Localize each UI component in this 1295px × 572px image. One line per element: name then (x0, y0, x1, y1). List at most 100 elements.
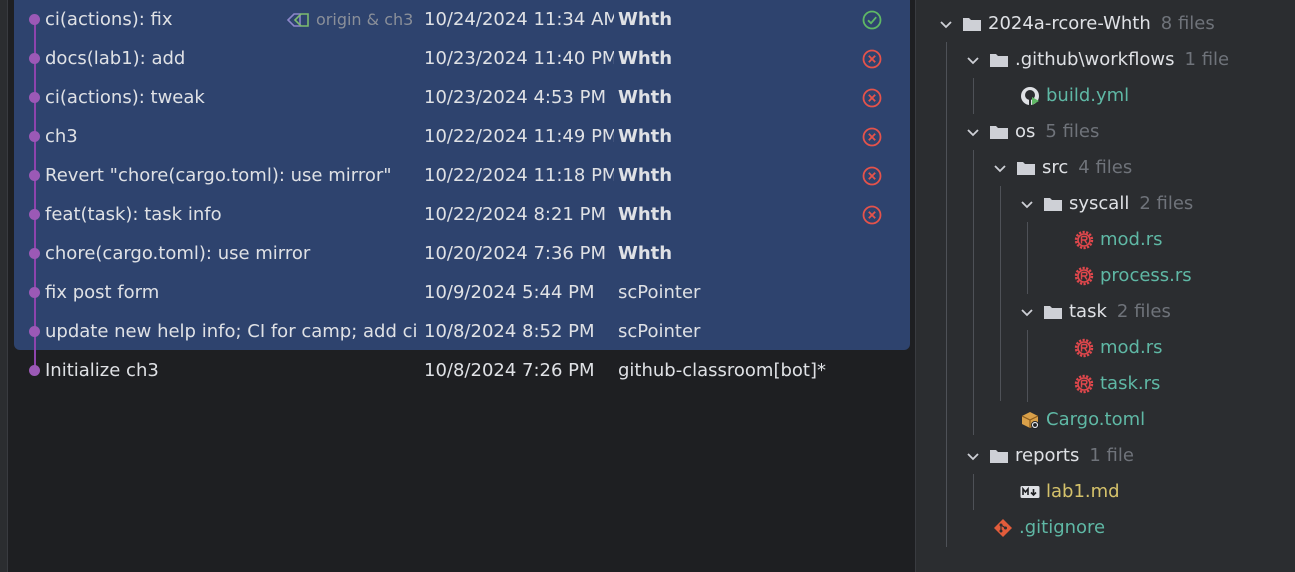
commit-row[interactable]: docs(lab1): add 10/23/2024 11:40 PM Whth (8, 39, 915, 78)
commit-date: 10/22/2024 11:49 PM (424, 126, 614, 147)
file-count: 1 file (1184, 49, 1230, 70)
tree-file-gitignore[interactable]: .gitignore (993, 511, 1105, 545)
tree-folder-root[interactable]: 2024a-rcore-Whth 8 files (938, 7, 1215, 41)
commit-date: 10/20/2024 7:36 PM (424, 243, 606, 264)
file-name: process.rs (1100, 265, 1192, 286)
file-name: mod.rs (1100, 337, 1163, 358)
tree-folder-syscall[interactable]: syscall 2 files (1019, 187, 1193, 221)
tree-folder-src[interactable]: src 4 files (992, 151, 1132, 185)
folder-icon (963, 18, 981, 31)
folder-name: .github\workflows (1015, 49, 1175, 70)
commit-row[interactable]: feat(task): task info 10/22/2024 8:21 PM… (8, 195, 915, 234)
commit-node (29, 131, 40, 142)
commit-author: github-classroom[bot]* (618, 360, 827, 381)
commit-subject: update new help info; CI for camp; add c… (45, 321, 418, 342)
tree-folder-os[interactable]: os 5 files (965, 115, 1099, 149)
tree-file-lab1-md[interactable]: lab1.md (1020, 475, 1120, 509)
commit-row[interactable]: Initialize ch3 10/8/2024 7:26 PM github-… (8, 351, 915, 390)
commit-subject: chore(cargo.toml): use mirror (45, 243, 311, 264)
commit-row[interactable]: ci(actions): tweak 10/23/2024 4:53 PM Wh… (8, 78, 915, 117)
commit-row[interactable]: Revert "chore(cargo.toml): use mirror" 1… (8, 156, 915, 195)
commit-date: 10/22/2024 8:21 PM (424, 204, 606, 225)
commit-date: 10/24/2024 11:34 AM (424, 9, 614, 30)
tag-icon (286, 12, 309, 27)
commit-subject: fix post form (45, 282, 160, 303)
rust-icon (1074, 266, 1094, 286)
tree-folder-task[interactable]: task 2 files (1019, 295, 1171, 329)
folder-name: os (1015, 121, 1036, 142)
check-failed-icon[interactable] (861, 204, 883, 226)
commit-date: 10/23/2024 4:53 PM (424, 87, 606, 108)
folder-name: src (1042, 157, 1069, 178)
tree-file-cargo-toml[interactable]: Cargo.toml (1020, 403, 1145, 437)
commit-row[interactable]: update new help info; CI for camp; add c… (8, 312, 915, 351)
check-failed-icon[interactable] (861, 87, 883, 109)
commit-row[interactable]: chore(cargo.toml): use mirror 10/20/2024… (8, 234, 915, 273)
commit-author: Whth (618, 243, 673, 264)
file-name: .gitignore (1019, 517, 1106, 538)
file-name: Cargo.toml (1046, 409, 1146, 430)
commit-author: scPointer (618, 321, 701, 342)
branch-ref-label: origin & ch3 (280, 0, 414, 39)
folder-icon (1044, 306, 1062, 319)
file-name: lab1.md (1046, 481, 1120, 502)
changed-files-tree: 2024a-rcore-Whth 8 files .github\workflo… (916, 0, 1295, 572)
git-icon (994, 519, 1012, 537)
tree-file-task-mod-rs[interactable]: mod.rs (1074, 331, 1162, 365)
chevron-down-icon[interactable] (965, 52, 981, 68)
chevron-down-icon[interactable] (1019, 304, 1035, 320)
tree-guide (973, 150, 974, 435)
commit-author: Whth (618, 9, 673, 30)
commit-author: scPointer (618, 282, 701, 303)
tree-file-build-yml[interactable]: build.yml (1020, 79, 1129, 113)
commit-row[interactable]: ch3 10/22/2024 11:49 PM Whth (8, 117, 915, 156)
commit-row[interactable]: fix post form 10/9/2024 5:44 PM scPointe… (8, 273, 915, 312)
check-failed-icon[interactable] (861, 48, 883, 70)
check-failed-icon[interactable] (861, 126, 883, 148)
check-failed-icon[interactable] (861, 165, 883, 187)
commit-subject: ch3 (45, 126, 78, 147)
check-success-icon[interactable] (861, 9, 883, 31)
file-name: mod.rs (1100, 229, 1163, 250)
chevron-down-icon[interactable] (938, 16, 954, 32)
commit-date: 10/8/2024 8:52 PM (424, 321, 595, 342)
commit-row[interactable]: ci(actions): fix origin & ch3 10/24/2024… (8, 0, 915, 39)
github-icon (1021, 87, 1039, 105)
file-count: 1 file (1089, 445, 1134, 466)
commit-node (29, 92, 40, 103)
folder-icon (1017, 162, 1035, 175)
file-name: task.rs (1100, 373, 1161, 394)
folder-name: task (1069, 301, 1107, 322)
commit-date: 10/23/2024 11:40 PM (424, 48, 614, 69)
commit-node (29, 170, 40, 181)
chevron-down-icon[interactable] (992, 160, 1008, 176)
left-gutter (0, 0, 8, 572)
file-name: build.yml (1046, 85, 1130, 106)
rust-icon (1074, 374, 1094, 394)
commit-subject: Revert "chore(cargo.toml): use mirror" (45, 165, 392, 186)
tree-folder-reports[interactable]: reports 1 file (965, 439, 1134, 473)
folder-name: syscall (1069, 193, 1130, 214)
chevron-down-icon[interactable] (1019, 196, 1035, 212)
folder-icon (990, 54, 1008, 67)
tree-folder-github-workflows[interactable]: .github\workflows 1 file (965, 43, 1229, 77)
commit-subject: feat(task): task info (45, 204, 222, 225)
file-count: 4 files (1078, 157, 1133, 178)
commit-node (29, 14, 40, 25)
tree-guide (1000, 186, 1001, 401)
tree-file-process-rs[interactable]: process.rs (1074, 259, 1192, 293)
folder-name: reports (1015, 445, 1080, 466)
chevron-down-icon[interactable] (965, 448, 981, 464)
tree-guide (973, 78, 974, 114)
commit-date: 10/22/2024 11:18 PM (424, 165, 614, 186)
cargo-icon (1021, 412, 1039, 429)
tree-file-task-rs[interactable]: task.rs (1074, 367, 1160, 401)
chevron-down-icon[interactable] (965, 124, 981, 140)
commit-node (29, 248, 40, 259)
markdown-icon (1020, 486, 1040, 498)
commit-author: Whth (618, 126, 673, 147)
tree-file-syscall-mod-rs[interactable]: mod.rs (1074, 223, 1162, 257)
file-count: 2 files (1139, 193, 1194, 214)
tree-guide (973, 474, 974, 510)
folder-icon (990, 450, 1008, 463)
